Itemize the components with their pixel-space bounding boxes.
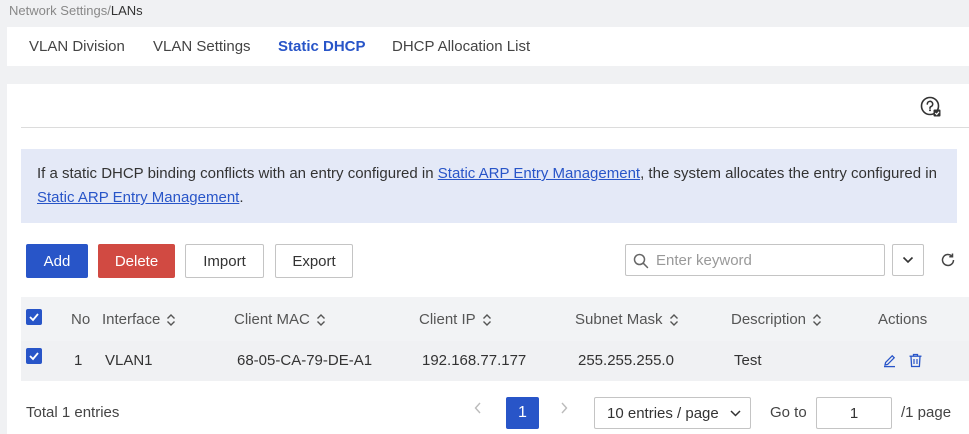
chevron-left-icon[interactable]: [473, 401, 483, 420]
column-subnet-mask-label: Subnet Mask: [575, 311, 663, 328]
sort-icon: [669, 314, 678, 327]
column-client-ip-label: Client IP: [419, 311, 476, 328]
column-client-ip[interactable]: Client IP: [419, 311, 492, 328]
import-button[interactable]: Import: [185, 244, 264, 278]
cell-interface: VLAN1: [105, 352, 153, 369]
cell-subnet-mask: 255.255.255.0: [578, 352, 674, 369]
sort-icon: [482, 314, 491, 327]
select-all-checkbox[interactable]: [26, 309, 42, 325]
chevron-right-icon[interactable]: [559, 401, 569, 420]
goto-page-input[interactable]: [816, 397, 892, 429]
goto-label: Go to: [770, 404, 807, 421]
column-interface[interactable]: Interface: [102, 311, 176, 328]
static-arp-link[interactable]: Static ARP Entry Management: [37, 189, 239, 206]
edit-icon[interactable]: [882, 353, 897, 372]
chevron-down-icon: [902, 256, 914, 264]
breadcrumb-current: LANs: [110, 3, 143, 18]
checkbox-checked-icon: [29, 352, 39, 361]
tab-vlan-division[interactable]: VLAN Division: [29, 38, 125, 55]
column-client-mac[interactable]: Client MAC: [234, 311, 326, 328]
cell-description: Test: [734, 352, 762, 369]
column-description-label: Description: [731, 311, 807, 328]
column-interface-label: Interface: [102, 311, 161, 328]
row-checkbox[interactable]: [26, 348, 42, 364]
sort-icon: [167, 314, 176, 327]
tab-bar: VLAN Division VLAN Settings Static DHCP …: [7, 27, 969, 66]
search-filter-dropdown[interactable]: [892, 244, 924, 276]
tab-static-dhcp[interactable]: Static DHCP: [278, 38, 366, 55]
delete-button[interactable]: Delete: [98, 244, 175, 278]
cell-client-ip: 192.168.77.177: [422, 352, 527, 369]
page-size-select[interactable]: 10 entries / page: [594, 397, 751, 429]
tab-dhcp-allocation-list[interactable]: DHCP Allocation List: [392, 38, 530, 55]
search-icon: [633, 253, 649, 269]
delete-icon[interactable]: [908, 353, 923, 372]
chevron-down-icon: [730, 410, 741, 417]
column-description[interactable]: Description: [731, 311, 822, 328]
tab-vlan-settings[interactable]: VLAN Settings: [153, 38, 251, 55]
notice-text: , the system allocates the entry configu…: [640, 165, 937, 182]
column-actions: Actions: [878, 311, 928, 328]
table-row: 1 VLAN1 68-05-CA-79-DE-A1 192.168.77.177…: [21, 341, 969, 381]
notice-text: .: [239, 189, 244, 206]
cell-no: 1: [74, 352, 83, 369]
column-client-mac-label: Client MAC: [234, 311, 310, 328]
export-button[interactable]: Export: [275, 244, 353, 278]
content-card: If a static DHCP binding conflicts with …: [7, 84, 969, 434]
help-icon[interactable]: [920, 96, 942, 118]
info-notice: If a static DHCP binding conflicts with …: [21, 149, 957, 223]
table-header: No Interface Client MAC Client IP Subnet…: [21, 297, 969, 341]
column-no: No: [71, 311, 91, 328]
add-button[interactable]: Add: [26, 244, 88, 278]
breadcrumb-parent[interactable]: Network Settings: [9, 3, 107, 18]
refresh-icon[interactable]: [939, 251, 957, 274]
page-size-value: 10 entries / page: [607, 405, 719, 422]
static-arp-link[interactable]: Static ARP Entry Management: [438, 165, 640, 182]
notice-text: If a static DHCP binding conflicts with …: [37, 165, 438, 182]
total-entries: Total 1 entries: [26, 404, 120, 421]
total-pages: /1 page: [901, 404, 952, 421]
cell-client-mac: 68-05-CA-79-DE-A1: [237, 352, 373, 369]
checkbox-checked-icon: [29, 313, 39, 322]
search-input[interactable]: [656, 250, 876, 270]
search-box: [625, 244, 885, 276]
column-subnet-mask[interactable]: Subnet Mask: [575, 311, 679, 328]
sort-icon: [316, 314, 325, 327]
sort-icon: [813, 314, 822, 327]
breadcrumb: Network Settings/LANs: [9, 3, 143, 18]
page-number-current[interactable]: 1: [506, 397, 539, 429]
divider: [21, 127, 969, 128]
